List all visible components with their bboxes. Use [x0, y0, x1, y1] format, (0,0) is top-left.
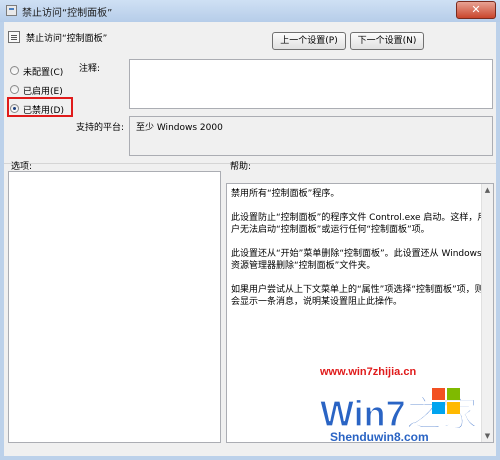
watermark-site: Shenduwin8.com — [330, 430, 429, 444]
close-icon[interactable]: ✕ — [456, 1, 496, 19]
title-bar[interactable]: 禁止访问“控制面板” ✕ — [0, 0, 500, 22]
radio-circle-icon[interactable] — [10, 66, 19, 75]
radio-circle-icon[interactable] — [10, 85, 19, 94]
radio-label: 未配置(C) — [23, 68, 64, 78]
setting-icon — [8, 31, 20, 43]
help-paragraph: 此设置防止“控制面板”的程序文件 Control.exe 启动。这样，用户无法启… — [231, 213, 487, 235]
scroll-up-icon[interactable]: ▲ — [482, 184, 493, 196]
platform-value: 至少 Windows 2000 — [129, 116, 493, 156]
watermark-url: www.win7zhijia.cn — [320, 366, 417, 378]
window-title: 禁止访问“控制面板” — [22, 8, 113, 19]
help-paragraph: 此设置还从“开始”菜单删除“控制面板”。此设置还从 Windows 资源管理器删… — [231, 249, 482, 271]
radio-label: 已启用(E) — [23, 87, 63, 97]
previous-setting-button[interactable]: 上一个设置(P) — [272, 32, 346, 50]
help-label: 帮助: — [230, 162, 252, 172]
options-pane — [8, 171, 221, 443]
policy-dialog-window: 禁止访问“控制面板” ✕ 禁止访问“控制面板” 上一个设置(P) 下一个设置(N… — [0, 0, 500, 460]
comment-field[interactable] — [129, 59, 493, 109]
help-paragraph: 如果用户尝试从上下文菜单上的“属性”项选择“控制面板”项，则会显示一条消息，说明… — [231, 285, 484, 307]
help-paragraph: 禁用所有“控制面板”程序。 — [231, 189, 340, 199]
setting-title: 禁止访问“控制面板” — [26, 34, 108, 44]
policy-icon — [6, 5, 17, 16]
platform-label: 支持的平台: — [76, 123, 125, 133]
next-setting-button[interactable]: 下一个设置(N) — [350, 32, 424, 50]
highlight-box — [7, 97, 73, 117]
comment-label: 注释: — [79, 64, 101, 74]
